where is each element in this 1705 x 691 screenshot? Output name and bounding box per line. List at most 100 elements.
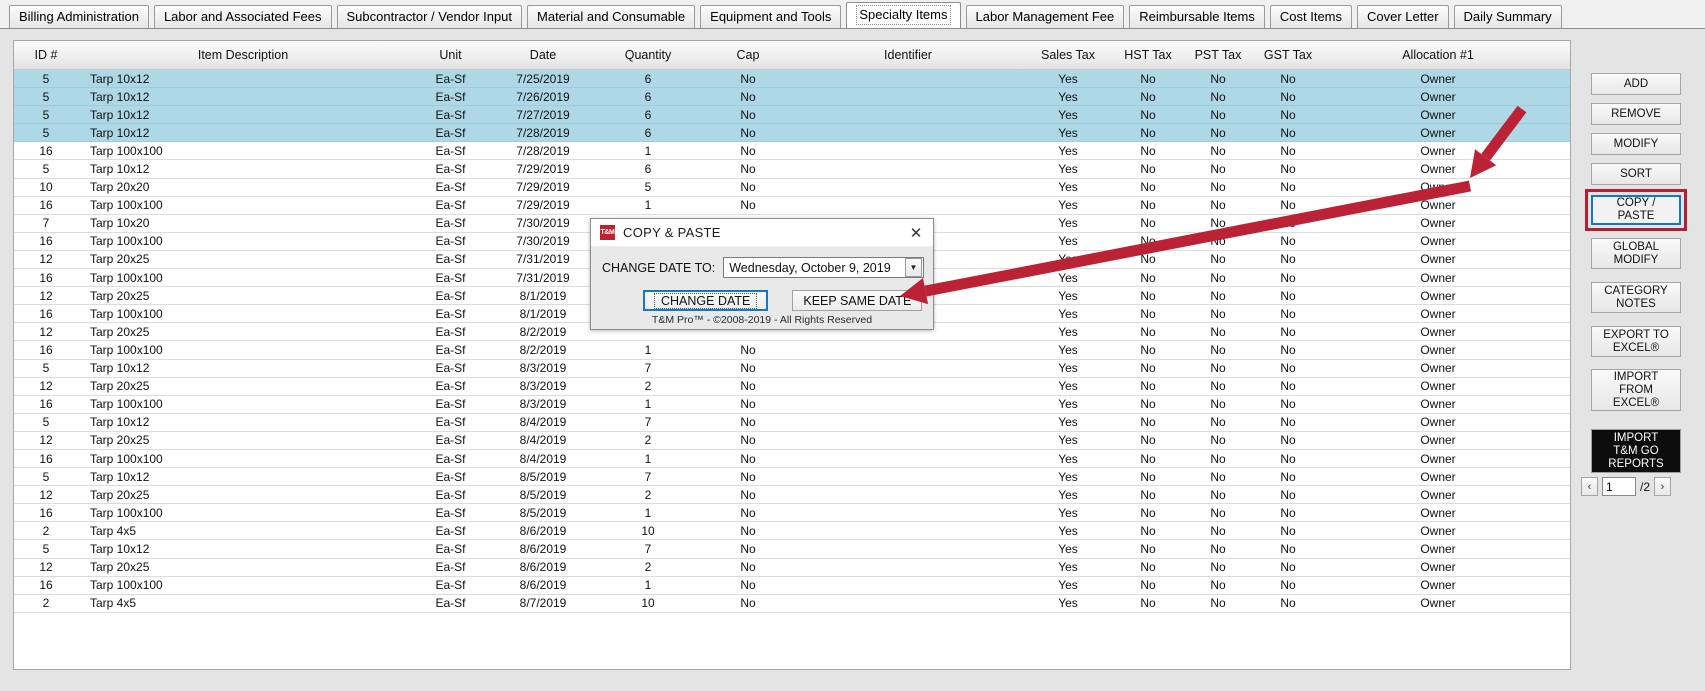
cell-sales: Yes	[1058, 523, 1078, 538]
tab-equipment-and-tools[interactable]: Equipment and Tools	[700, 5, 842, 28]
date-picker-field[interactable]: Wednesday, October 9, 2019 ▼	[723, 257, 924, 278]
table-row[interactable]: 5 Tarp 10x12 Ea-Sf 7/25/2019 6 No Yes No No No Own…	[14, 70, 1570, 89]
column-header-pst-tax[interactable]: PST Tax	[1183, 48, 1253, 62]
table-row[interactable]: 5 Tarp 10x12 Ea-Sf 7/28/2019 6 No Yes No No No Own…	[14, 124, 1570, 143]
table-row[interactable]: 16 Tarp 100x100 Ea-Sf 8/5/2019 1 No Yes No No No O…	[14, 504, 1570, 523]
column-header-gst-tax[interactable]: GST Tax	[1253, 48, 1323, 62]
cell-alloc: Owner	[1420, 397, 1456, 412]
cell-id: 12	[39, 379, 53, 394]
table-row[interactable]: 12 Tarp 20x25 Ea-Sf 8/3/2019 2 No Yes No No No Own…	[14, 377, 1570, 396]
column-header-identifier[interactable]: Identifier	[793, 48, 1023, 62]
cell-gst: No	[1280, 415, 1296, 430]
cell-cap: No	[740, 71, 756, 86]
table-row[interactable]: 5 Tarp 10x12 Ea-Sf 8/6/2019 7 No Yes No No No Owne…	[14, 540, 1570, 559]
table-row[interactable]: 10 Tarp 20x20 Ea-Sf 7/29/2019 5 No Yes No No No Ow…	[14, 178, 1570, 197]
cell-date: 8/5/2019	[519, 505, 567, 520]
cell-alloc: Owner	[1420, 361, 1456, 376]
import-from-excel-button[interactable]: IMPORT FROM EXCEL®	[1591, 369, 1681, 411]
column-header-allocation[interactable]: Allocation #1	[1323, 48, 1553, 62]
button-label: CATEGORY NOTES	[1604, 284, 1668, 310]
tab-specialty-items[interactable]: Specialty Items	[846, 2, 961, 28]
cell-sales: Yes	[1058, 487, 1078, 502]
cell-alloc: Owner	[1420, 523, 1456, 538]
cell-sales: Yes	[1058, 379, 1078, 394]
keep-same-date-button[interactable]: KEEP SAME DATE	[792, 290, 923, 311]
cell-gst: No	[1280, 361, 1296, 376]
cell-sales: Yes	[1058, 560, 1078, 575]
cell-alloc: Owner	[1420, 125, 1456, 140]
page-number-input[interactable]	[1602, 477, 1636, 496]
next-page-button[interactable]: ›	[1654, 477, 1672, 496]
table-row[interactable]: 16 Tarp 100x100 Ea-Sf 8/6/2019 1 No Yes No No No O…	[14, 576, 1570, 595]
cell-unit: Ea-Sf	[435, 578, 466, 593]
tab-material-and-consumable[interactable]: Material and Consumable	[527, 5, 696, 28]
tab-subcontractor-vendor-input[interactable]: Subcontractor / Vendor Input	[336, 5, 523, 28]
cell-desc: Tarp 100x100	[90, 505, 163, 520]
table-row[interactable]: 16 Tarp 100x100 Ea-Sf 8/4/2019 1 No Yes No No No O…	[14, 449, 1570, 469]
column-header-quantity[interactable]: Quantity	[593, 48, 703, 62]
table-row[interactable]: 16 Tarp 100x100 Ea-Sf 8/2/2019 1 No Yes No No No O…	[14, 341, 1570, 360]
cell-hst: No	[1140, 596, 1156, 611]
table-row[interactable]: 5 Tarp 10x12 Ea-Sf 7/29/2019 6 No Yes No No No Own…	[14, 160, 1570, 179]
category-notes-button[interactable]: CATEGORY NOTES	[1591, 282, 1681, 313]
column-header-date[interactable]: Date	[493, 48, 593, 62]
global-modify-button[interactable]: GLOBAL MODIFY	[1591, 238, 1681, 269]
tab-cost-items[interactable]: Cost Items	[1269, 5, 1352, 28]
cell-id: 16	[39, 342, 53, 357]
sort-button[interactable]: SORT	[1591, 163, 1681, 185]
import-tm-go-reports-button[interactable]: IMPORT T&M GO REPORTS	[1591, 429, 1681, 473]
table-row[interactable]: 5 Tarp 10x12 Ea-Sf 8/3/2019 7 No Yes No No No Owne…	[14, 359, 1570, 378]
close-icon[interactable]: ✕	[905, 223, 927, 243]
modify-button[interactable]: MODIFY	[1591, 133, 1681, 155]
column-header-unit[interactable]: Unit	[408, 48, 493, 62]
cell-sales: Yes	[1058, 143, 1078, 158]
tm-pro-logo-icon: T&M	[600, 225, 615, 240]
table-row[interactable]: 5 Tarp 10x12 Ea-Sf 7/27/2019 6 No Yes No No No Own…	[14, 106, 1570, 125]
tab-cover-letter[interactable]: Cover Letter	[1357, 5, 1449, 28]
cell-unit: Ea-Sf	[435, 451, 466, 466]
table-row[interactable]: 5 Tarp 10x12 Ea-Sf 8/4/2019 7 No Yes No No No Owne…	[14, 413, 1570, 432]
cell-gst: No	[1280, 180, 1296, 195]
cell-id: 16	[39, 198, 53, 213]
cell-gst: No	[1280, 451, 1296, 466]
cell-gst: No	[1280, 342, 1296, 357]
table-row[interactable]: 2 Tarp 4x5 Ea-Sf 8/6/2019 10 No Yes No No No Owner	[14, 522, 1570, 541]
table-row[interactable]: 12 Tarp 20x25 Ea-Sf 8/5/2019 2 No Yes No No No Own…	[14, 486, 1570, 505]
cell-gst: No	[1280, 523, 1296, 538]
add-button[interactable]: ADD	[1591, 73, 1681, 95]
table-row[interactable]: 16 Tarp 100x100 Ea-Sf 7/29/2019 1 No Yes No No No…	[14, 196, 1570, 215]
column-header-cap[interactable]: Cap	[703, 48, 793, 62]
export-to-excel-button[interactable]: EXPORT TO EXCEL®	[1591, 326, 1681, 357]
cell-date: 8/3/2019	[519, 397, 567, 412]
column-header-hst-tax[interactable]: HST Tax	[1113, 48, 1183, 62]
table-row[interactable]: 16 Tarp 100x100 Ea-Sf 8/3/2019 1 No Yes No No No O…	[14, 395, 1570, 414]
cell-pst: No	[1210, 71, 1226, 86]
previous-page-button[interactable]: ‹	[1581, 477, 1598, 496]
remove-button[interactable]: REMOVE	[1591, 103, 1681, 125]
cell-id: 7	[42, 216, 50, 231]
tab-label: Labor and Associated Fees	[163, 9, 322, 24]
copy-paste-button[interactable]: COPY / PASTE	[1591, 195, 1681, 225]
table-row[interactable]: 12 Tarp 20x25 Ea-Sf 8/4/2019 2 No Yes No No No Own…	[14, 431, 1570, 450]
chevron-down-icon[interactable]: ▼	[905, 258, 922, 277]
column-header-sales-tax[interactable]: Sales Tax	[1023, 48, 1113, 62]
tab-labor-and-associated-fees[interactable]: Labor and Associated Fees	[153, 5, 332, 28]
cell-qty: 2	[644, 433, 652, 448]
table-row[interactable]: 5 Tarp 10x12 Ea-Sf 7/26/2019 6 No Yes No No No Own…	[14, 88, 1570, 107]
table-row[interactable]: 12 Tarp 20x25 Ea-Sf 8/6/2019 2 No Yes No No No Own…	[14, 558, 1570, 577]
cell-hst: No	[1140, 397, 1156, 412]
cell-date: 8/4/2019	[519, 451, 567, 466]
tab-labor-management-fee[interactable]: Labor Management Fee	[965, 5, 1125, 28]
cell-hst: No	[1140, 523, 1156, 538]
cell-unit: Ea-Sf	[435, 71, 466, 86]
column-header-description[interactable]: Item Description	[78, 48, 408, 62]
cell-hst: No	[1140, 560, 1156, 575]
change-date-button[interactable]: CHANGE DATE	[643, 290, 769, 311]
table-row[interactable]: 5 Tarp 10x12 Ea-Sf 8/5/2019 7 No Yes No No No Owne…	[14, 468, 1570, 487]
tab-billing-administration[interactable]: Billing Administration	[9, 5, 149, 28]
column-header-id[interactable]: ID #	[14, 48, 78, 62]
tab-daily-summary[interactable]: Daily Summary	[1453, 5, 1562, 28]
table-row[interactable]: 16 Tarp 100x100 Ea-Sf 7/28/2019 1 No Yes No No No…	[14, 142, 1570, 161]
tab-reimbursable-items[interactable]: Reimbursable Items	[1129, 5, 1265, 28]
table-row[interactable]: 2 Tarp 4x5 Ea-Sf 8/7/2019 10 No Yes No No No Owner	[14, 594, 1570, 613]
